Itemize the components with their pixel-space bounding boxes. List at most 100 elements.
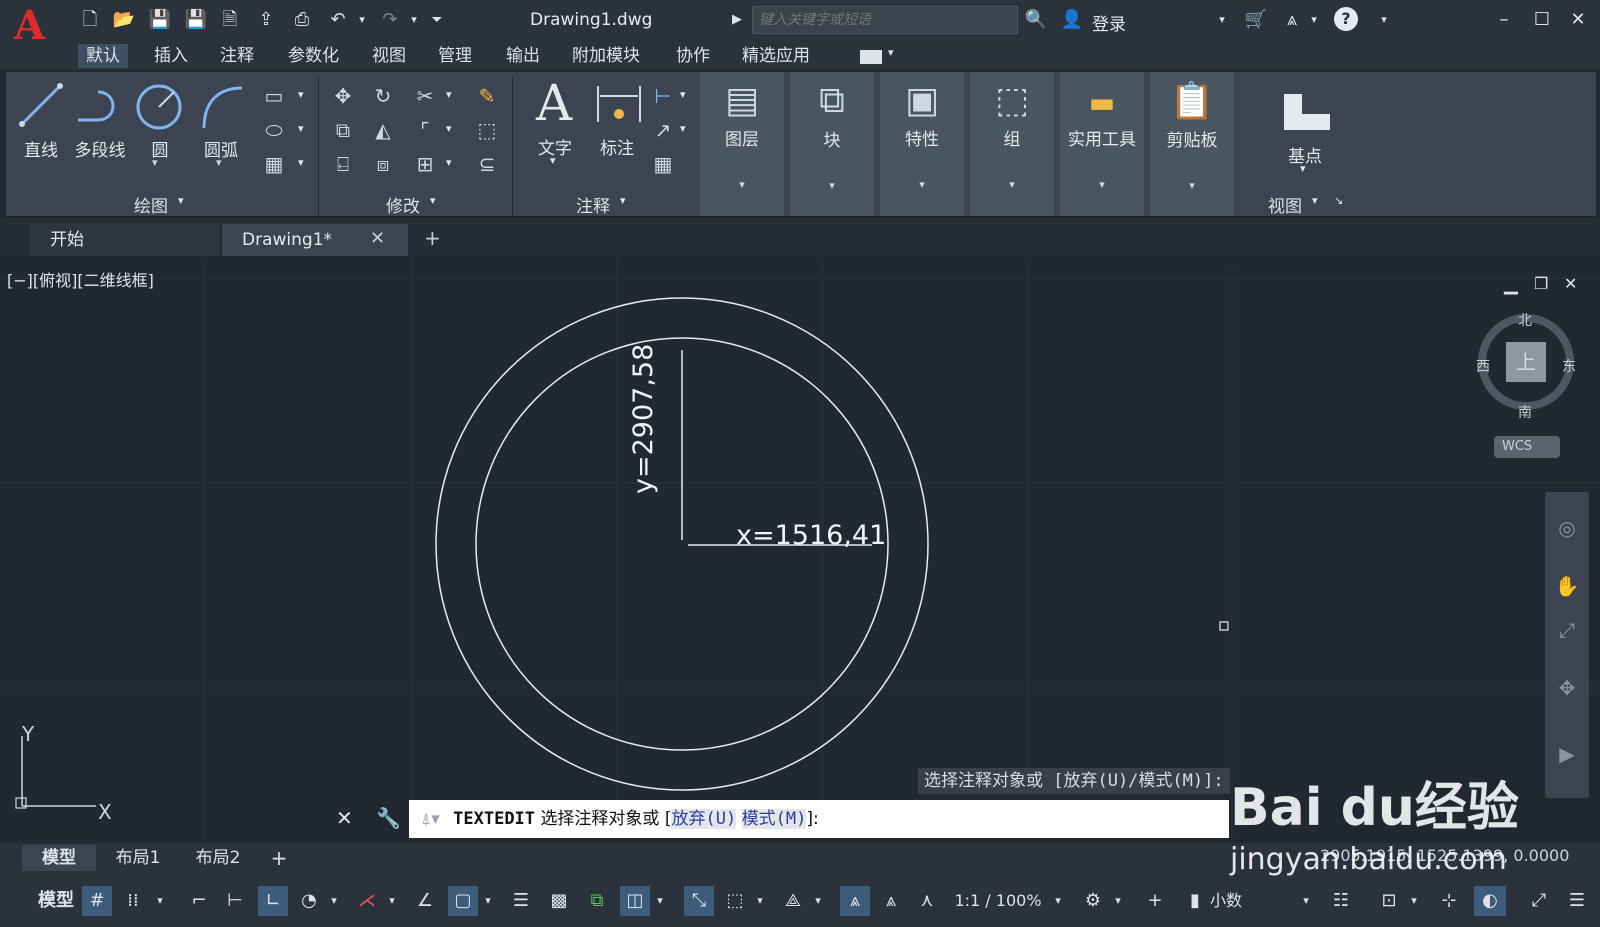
utilities-button[interactable]: ▬ 实用工具 ▾	[1060, 72, 1144, 216]
base-point-icon[interactable]	[1282, 92, 1332, 132]
command-close-icon[interactable]: ✕	[336, 806, 353, 830]
offset-icon[interactable]: ⊆	[474, 152, 500, 176]
object-snap-icon[interactable]: ▢	[448, 886, 478, 916]
gizmo-dropdown-icon[interactable]: ▾	[810, 886, 826, 916]
steering-wheel-icon[interactable]: ◎	[1552, 516, 1582, 540]
draw-panel-expand-icon[interactable]: ▾	[178, 194, 184, 207]
fillet-icon[interactable]: ⌜	[412, 118, 438, 142]
rectangle-icon[interactable]: ▭	[262, 84, 286, 108]
redo-dropdown-icon[interactable]: ▾	[402, 8, 426, 32]
copy-icon[interactable]: ⧉	[330, 118, 356, 142]
open-web-icon[interactable]: 🗎	[218, 8, 242, 32]
tab-view[interactable]: 视图	[364, 44, 414, 68]
rectangle-dropdown-icon[interactable]: ▾	[298, 88, 304, 101]
command-recent-icon[interactable]: ⍋▾	[421, 809, 440, 829]
transparency-icon[interactable]: ▩	[544, 886, 574, 916]
save-as-icon[interactable]: 💾	[184, 8, 208, 32]
annotation-scale-value[interactable]: 1:1 / 100%	[948, 886, 1048, 916]
snap-icon[interactable]: ⁞⁞	[118, 886, 148, 916]
save-icon[interactable]: 💾	[148, 8, 172, 32]
snap-dropdown-icon[interactable]: ▾	[152, 886, 168, 916]
viewport-restore-icon[interactable]: ❐	[1534, 274, 1548, 293]
selection-filter-icon[interactable]: ⬚	[720, 886, 750, 916]
viewcube-south[interactable]: 南	[1518, 402, 1532, 422]
viewport-controls[interactable]: [−][俯视][二维线框]	[7, 267, 154, 291]
customization-menu-icon[interactable]: ☰	[1562, 886, 1592, 916]
help-icon[interactable]: ?	[1334, 7, 1358, 31]
arc-dropdown-icon[interactable]: ▾	[216, 156, 222, 169]
circle-button[interactable]: 圆	[140, 136, 180, 161]
annotation-scale-icon[interactable]: ⋏	[912, 886, 942, 916]
viewport-close-icon[interactable]: ✕	[1564, 274, 1577, 293]
polar-dropdown-icon[interactable]: ▾	[326, 886, 342, 916]
minimize-icon[interactable]: –	[1492, 8, 1516, 32]
wcs-menu[interactable]: WCS	[1494, 436, 1560, 458]
tab-output[interactable]: 输出	[498, 44, 548, 68]
viewcube-east[interactable]: 东	[1562, 356, 1576, 376]
model-space-button[interactable]: 模型	[34, 886, 78, 916]
orbit-icon[interactable]: ✥	[1552, 676, 1582, 700]
modify-panel-title[interactable]: 修改	[386, 192, 420, 217]
auto-scale-icon[interactable]: ⩓	[876, 886, 906, 916]
close-tab-icon[interactable]: ✕	[370, 228, 385, 249]
draw-panel-title[interactable]: 绘图	[134, 192, 168, 217]
dynamic-input-icon[interactable]: ⊢	[220, 886, 250, 916]
arc-icon[interactable]	[198, 82, 248, 132]
viewcube-north[interactable]: 北	[1518, 310, 1532, 330]
units-value[interactable]: 小数	[1210, 886, 1290, 916]
customize-toolbar-icon[interactable]: ⏷	[425, 8, 449, 32]
multileader-dropdown-icon[interactable]: ▾	[680, 122, 686, 135]
lock-ui-dropdown-icon[interactable]: ▾	[1406, 886, 1422, 916]
scale-dropdown-icon[interactable]: ▾	[1050, 886, 1066, 916]
3d-object-snap-icon[interactable]: ◫	[620, 886, 650, 916]
table-icon[interactable]: ▦	[650, 152, 676, 176]
login-dropdown-icon[interactable]: ▾	[1210, 8, 1234, 32]
erase-icon[interactable]: ✎	[474, 84, 500, 108]
option-undo[interactable]: 放弃(U)	[671, 809, 737, 829]
rotate-icon[interactable]: ↻	[370, 84, 396, 108]
array-dropdown-icon[interactable]: ▾	[446, 156, 452, 169]
expand-arrow-icon[interactable]: ▶	[725, 8, 749, 32]
text-icon[interactable]: A	[536, 74, 572, 132]
properties-button[interactable]: ▣ 特性 ▾	[880, 72, 964, 216]
hatch-ellipse-icon[interactable]: ⬭	[262, 118, 286, 142]
view-panel-expand-icon[interactable]: ▾	[1312, 194, 1318, 207]
dimension-icon[interactable]	[594, 82, 644, 128]
autodesk-app-icon[interactable]: ⩓	[1280, 8, 1304, 32]
circle-icon[interactable]	[134, 82, 184, 132]
line-button[interactable]: 直线	[16, 136, 66, 161]
leader-dropdown-icon[interactable]: ▾	[680, 88, 686, 101]
maximize-icon[interactable]: ☐	[1530, 8, 1554, 32]
multileader-icon[interactable]: ↗	[650, 118, 676, 142]
close-icon[interactable]: ✕	[1566, 8, 1590, 32]
undo-dropdown-icon[interactable]: ▾	[350, 8, 374, 32]
tab-start[interactable]: 开始	[30, 224, 220, 256]
dimension-button[interactable]: 标注	[592, 134, 642, 159]
units-dropdown-icon[interactable]: ▾	[1298, 886, 1314, 916]
workspace-dropdown-icon[interactable]: ▾	[1110, 886, 1126, 916]
line-icon[interactable]	[18, 80, 64, 130]
tab-collaborate[interactable]: 协作	[668, 44, 718, 68]
trim-dropdown-icon[interactable]: ▾	[446, 88, 452, 101]
hardware-acceleration-icon[interactable]: ◐	[1474, 886, 1506, 916]
grid-icon[interactable]: #	[82, 886, 112, 916]
annotation-panel-title[interactable]: 注释	[576, 192, 610, 217]
command-customize-icon[interactable]: 🔧	[376, 806, 401, 830]
tab-insert[interactable]: 插入	[146, 44, 196, 68]
new-tab-button[interactable]: +	[424, 226, 441, 250]
lineweight-icon[interactable]: ☰	[506, 886, 536, 916]
tab-layout1[interactable]: 布局1	[100, 845, 176, 871]
isodraft-dropdown-icon[interactable]: ▾	[384, 886, 400, 916]
units-icon[interactable]: ▮	[1182, 886, 1208, 916]
dynamic-ucs-icon[interactable]: ⤡	[684, 886, 714, 916]
app-dropdown-icon[interactable]: ▾	[1302, 8, 1326, 32]
hatch-icon[interactable]: ▦	[262, 152, 286, 176]
x-coordinate-text[interactable]: x=1516,41	[736, 520, 886, 551]
scale-icon[interactable]: ⧈	[370, 152, 396, 176]
pan-icon[interactable]: ✋	[1552, 574, 1582, 598]
polyline-icon[interactable]	[74, 86, 124, 126]
quick-properties-icon[interactable]: ☷	[1326, 886, 1356, 916]
workspace-gear-icon[interactable]: ⚙	[1078, 886, 1108, 916]
new-file-icon[interactable]: 🗋	[78, 8, 102, 32]
tab-featured-apps[interactable]: 精选应用	[734, 44, 818, 68]
